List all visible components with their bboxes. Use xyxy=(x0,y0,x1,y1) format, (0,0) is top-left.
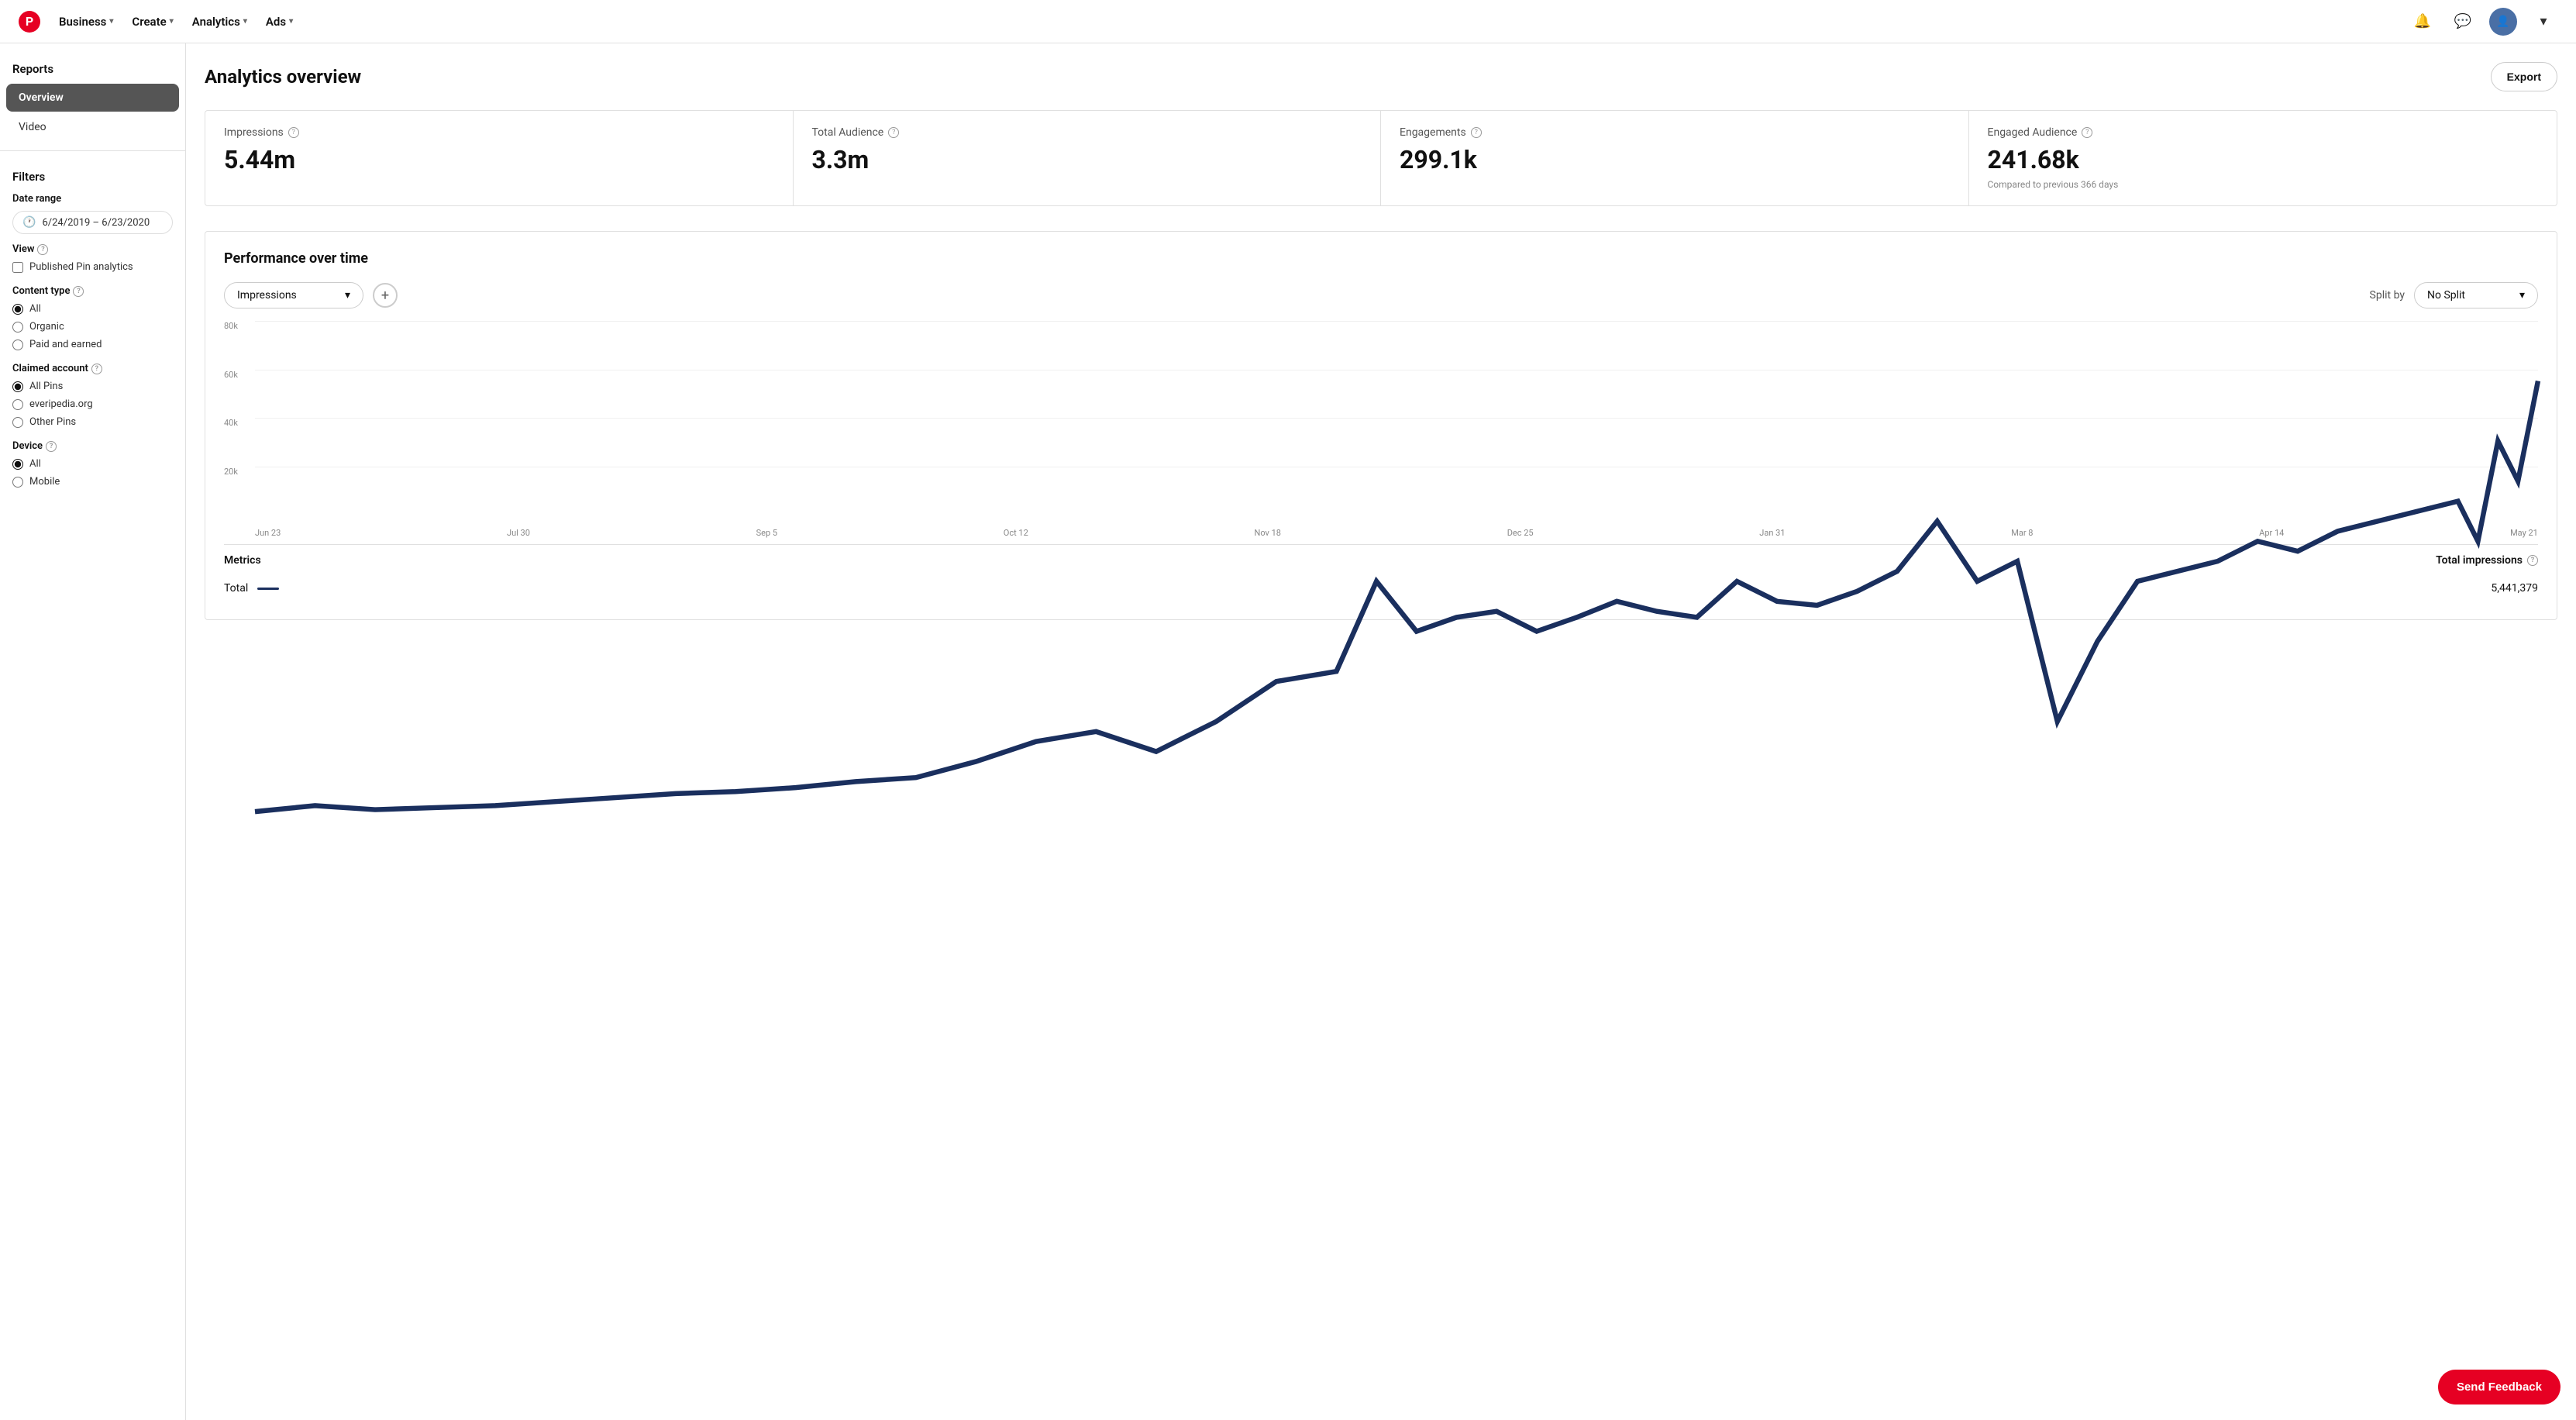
chart-controls: Impressions ▾ + Split by No Split ▾ xyxy=(224,282,2538,308)
filters-section: Filters Date range 🕐 6/24/2019 – 6/23/20… xyxy=(0,160,185,497)
claimed-account-section: Claimed account ? All Pins everipedia.or… xyxy=(12,363,173,428)
chart-section: Performance over time Impressions ▾ + Sp… xyxy=(205,231,2557,620)
nav-left: P Business ▾ Create ▾ Analytics ▾ Ads ▾ xyxy=(19,11,293,33)
nav-business[interactable]: Business ▾ xyxy=(59,15,113,29)
avatar[interactable]: 👤 xyxy=(2489,8,2517,36)
total-audience-value: 3.3m xyxy=(812,145,1362,174)
nav-analytics[interactable]: Analytics ▾ xyxy=(192,15,247,29)
date-range-label: Date range xyxy=(12,193,173,205)
impressions-help-icon[interactable]: ? xyxy=(288,127,299,138)
messages-icon[interactable]: 💬 xyxy=(2449,8,2477,36)
metric-select[interactable]: Impressions ▾ xyxy=(224,282,363,308)
content-type-label: Content type ? xyxy=(12,285,173,297)
nav-create[interactable]: Create ▾ xyxy=(132,15,173,29)
split-label: Split by xyxy=(2370,289,2405,302)
nav-right: 🔔 💬 👤 ▾ xyxy=(2409,8,2557,36)
ads-chevron-icon: ▾ xyxy=(289,17,293,26)
engagements-help-icon[interactable]: ? xyxy=(1471,127,1482,138)
create-chevron-icon: ▾ xyxy=(170,17,174,26)
main-content: Analytics overview Export Impressions ? … xyxy=(186,43,2576,1420)
view-section: View ? Published Pin analytics xyxy=(12,243,173,273)
content-type-help-icon[interactable]: ? xyxy=(73,286,84,297)
stat-impressions: Impressions ? 5.44m xyxy=(205,111,794,205)
date-range-picker[interactable]: 🕐 6/24/2019 – 6/23/2020 xyxy=(12,211,173,234)
sidebar: Reports Overview Video Filters Date rang… xyxy=(0,43,186,1420)
chart-area: 80k 60k 40k 20k xyxy=(224,321,2538,538)
chart-title: Performance over time xyxy=(224,250,2538,267)
device-help-icon[interactable]: ? xyxy=(46,441,57,452)
published-pin-checkbox[interactable]: Published Pin analytics xyxy=(12,261,173,273)
filters-title: Filters xyxy=(12,170,173,184)
view-label: View ? xyxy=(12,243,173,255)
split-chevron-icon: ▾ xyxy=(2519,289,2525,302)
engaged-audience-help-icon[interactable]: ? xyxy=(2082,127,2092,138)
claimed-account-radio-group: All Pins everipedia.org Other Pins xyxy=(12,381,173,428)
content-type-radio-group: All Organic Paid and earned xyxy=(12,303,173,350)
split-select[interactable]: No Split ▾ xyxy=(2414,282,2538,308)
export-button[interactable]: Export xyxy=(2491,62,2557,91)
device-radio-group: All Mobile xyxy=(12,458,173,488)
send-feedback-button[interactable]: Send Feedback xyxy=(2438,1370,2561,1404)
claimed-all-pins[interactable]: All Pins xyxy=(12,381,173,392)
sidebar-item-overview[interactable]: Overview xyxy=(6,84,179,112)
claimed-account-label: Claimed account ? xyxy=(12,363,173,374)
metric-chevron-icon: ▾ xyxy=(345,289,350,302)
reports-section-label: Reports xyxy=(0,56,185,82)
chart-controls-right: Split by No Split ▾ xyxy=(2370,282,2538,308)
stat-engagements: Engagements ? 299.1k xyxy=(1381,111,1969,205)
chart-controls-left: Impressions ▾ + xyxy=(224,282,398,308)
claimed-account-help-icon[interactable]: ? xyxy=(91,364,102,374)
engaged-audience-sub: Compared to previous 366 days xyxy=(1988,179,2539,190)
claimed-other-pins[interactable]: Other Pins xyxy=(12,416,173,428)
add-metric-button[interactable]: + xyxy=(373,283,398,308)
top-nav: P Business ▾ Create ▾ Analytics ▾ Ads ▾ … xyxy=(0,0,2576,43)
view-help-icon[interactable]: ? xyxy=(37,244,48,255)
page-layout: Reports Overview Video Filters Date rang… xyxy=(0,43,2576,1420)
business-chevron-icon: ▾ xyxy=(109,17,113,26)
content-type-paid[interactable]: Paid and earned xyxy=(12,339,173,350)
analytics-chevron-icon: ▾ xyxy=(243,17,247,26)
device-all[interactable]: All xyxy=(12,458,173,470)
page-header: Analytics overview Export xyxy=(205,62,2557,91)
claimed-everipedia[interactable]: everipedia.org xyxy=(12,398,173,410)
nav-ads[interactable]: Ads ▾ xyxy=(266,15,293,29)
device-label: Device ? xyxy=(12,440,173,452)
chart-svg xyxy=(255,321,2538,822)
stat-engaged-audience: Engaged Audience ? 241.68k Compared to p… xyxy=(1969,111,2557,205)
pinterest-logo[interactable]: P xyxy=(19,11,40,33)
stats-row: Impressions ? 5.44m Total Audience ? 3.3… xyxy=(205,110,2557,206)
device-mobile[interactable]: Mobile xyxy=(12,476,173,488)
chart-x-labels: Jun 23 Jul 30 Sep 5 Oct 12 Nov 18 Dec 25… xyxy=(255,528,2538,538)
chart-y-labels: 80k 60k 40k 20k xyxy=(224,321,252,515)
total-audience-label: Total Audience ? xyxy=(812,126,1362,139)
sidebar-divider xyxy=(0,150,185,151)
content-type-all[interactable]: All xyxy=(12,303,173,315)
page-title: Analytics overview xyxy=(205,66,361,88)
stat-total-audience: Total Audience ? 3.3m xyxy=(794,111,1382,205)
content-type-section: Content type ? All Organic Paid and earn… xyxy=(12,285,173,350)
device-section: Device ? All Mobile xyxy=(12,440,173,488)
total-audience-help-icon[interactable]: ? xyxy=(888,127,899,138)
engaged-audience-label: Engaged Audience ? xyxy=(1988,126,2539,139)
engagements-label: Engagements ? xyxy=(1400,126,1950,139)
account-chevron-icon[interactable]: ▾ xyxy=(2530,8,2557,36)
notifications-icon[interactable]: 🔔 xyxy=(2409,8,2437,36)
impressions-label: Impressions ? xyxy=(224,126,774,139)
calendar-icon: 🕐 xyxy=(22,216,36,229)
content-type-organic[interactable]: Organic xyxy=(12,321,173,333)
engagements-value: 299.1k xyxy=(1400,145,1950,174)
impressions-value: 5.44m xyxy=(224,145,774,174)
engaged-audience-value: 241.68k xyxy=(1988,145,2539,174)
sidebar-item-video[interactable]: Video xyxy=(6,113,179,141)
published-pin-input[interactable] xyxy=(12,262,23,273)
